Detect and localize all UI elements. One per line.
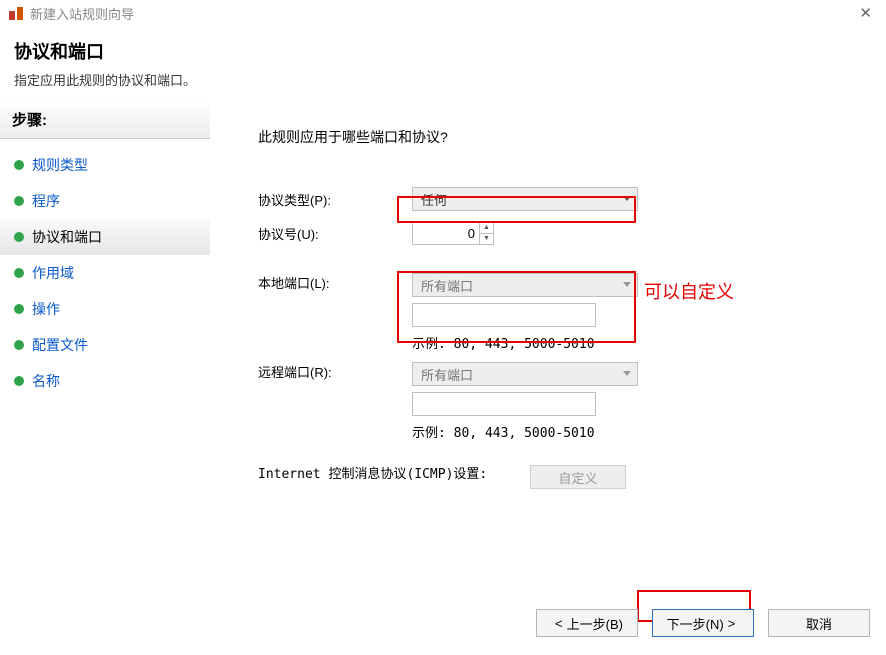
step-profile[interactable]: 配置文件	[0, 327, 210, 363]
cancel-button[interactable]: 取消	[768, 609, 870, 637]
chevron-down-icon	[623, 282, 631, 288]
select-value: 所有端口	[421, 276, 473, 295]
number-value: 0	[468, 226, 475, 241]
bullet-icon	[14, 196, 24, 206]
app-icon	[8, 5, 24, 21]
step-name[interactable]: 名称	[0, 363, 210, 399]
bullet-icon	[14, 160, 24, 170]
wizard-footer: < 上一步(B) 下一步(N) > 取消	[536, 609, 870, 637]
step-scope[interactable]: 作用域	[0, 255, 210, 291]
input-remote-port-specific[interactable]	[412, 392, 596, 416]
spin-up-icon[interactable]: ▲	[479, 222, 493, 234]
input-protocol-number[interactable]: 0 ▲ ▼	[412, 221, 494, 245]
input-local-port-specific[interactable]	[412, 303, 596, 327]
button-icmp-customize: 自定义	[530, 465, 626, 489]
bullet-icon	[14, 232, 24, 242]
row-protocol-type: 协议类型(P): 任何	[258, 187, 858, 211]
step-rule-type[interactable]: 规则类型	[0, 147, 210, 183]
chevron-down-icon	[623, 196, 631, 202]
annotation-text: 可以自定义	[644, 278, 734, 304]
page-subtitle: 指定应用此规则的协议和端口。	[14, 70, 872, 89]
sidebar-title: 步骤:	[0, 103, 210, 139]
label-protocol-type: 协议类型(P):	[258, 190, 412, 209]
spin-down-icon[interactable]: ▼	[479, 234, 493, 245]
select-protocol-type[interactable]: 任何	[412, 187, 638, 211]
wizard-header: 协议和端口 指定应用此规则的协议和端口。	[0, 26, 886, 103]
row-local-port: 本地端口(L): 所有端口 示例: 80, 443, 5000-5010	[258, 273, 858, 352]
row-protocol-number: 协议号(U): 0 ▲ ▼	[258, 221, 858, 245]
example-local-port: 示例: 80, 443, 5000-5010	[412, 333, 638, 352]
chevron-right-icon: >	[728, 616, 736, 631]
label-local-port: 本地端口(L):	[258, 273, 412, 292]
bullet-icon	[14, 340, 24, 350]
step-program[interactable]: 程序	[0, 183, 210, 219]
bullet-icon	[14, 268, 24, 278]
chevron-left-icon: <	[555, 616, 563, 631]
page-title: 协议和端口	[14, 38, 872, 64]
sidebar: 步骤: 规则类型 程序 协议和端口 作用域 操作 配置文件 名称	[0, 103, 210, 643]
wizard-steps: 规则类型 程序 协议和端口 作用域 操作 配置文件 名称	[0, 139, 210, 399]
step-action[interactable]: 操作	[0, 291, 210, 327]
example-remote-port: 示例: 80, 443, 5000-5010	[412, 422, 638, 441]
row-remote-port: 远程端口(R): 所有端口 示例: 80, 443, 5000-5010	[258, 362, 858, 441]
bullet-icon	[14, 304, 24, 314]
chevron-down-icon	[623, 371, 631, 377]
select-value: 所有端口	[421, 365, 473, 384]
question-text: 此规则应用于哪些端口和协议?	[258, 127, 858, 147]
label-protocol-number: 协议号(U):	[258, 224, 412, 243]
titlebar: 新建入站规则向导 ✕	[0, 0, 886, 26]
select-local-port[interactable]: 所有端口	[412, 273, 638, 297]
select-remote-port[interactable]: 所有端口	[412, 362, 638, 386]
next-button[interactable]: 下一步(N) >	[652, 609, 754, 637]
close-icon[interactable]: ✕	[853, 4, 878, 22]
wizard-main: 此规则应用于哪些端口和协议? 协议类型(P): 任何 协议号(U): 0 ▲ ▼…	[210, 103, 886, 643]
step-protocol-ports[interactable]: 协议和端口	[0, 219, 210, 255]
label-icmp: Internet 控制消息协议(ICMP)设置:	[258, 465, 530, 485]
select-value: 任何	[421, 190, 447, 209]
bullet-icon	[14, 376, 24, 386]
window-title: 新建入站规则向导	[30, 4, 853, 23]
label-remote-port: 远程端口(R):	[258, 362, 412, 381]
back-button[interactable]: < 上一步(B)	[536, 609, 638, 637]
spinner[interactable]: ▲ ▼	[479, 222, 493, 244]
row-icmp: Internet 控制消息协议(ICMP)设置: 自定义	[258, 465, 858, 489]
